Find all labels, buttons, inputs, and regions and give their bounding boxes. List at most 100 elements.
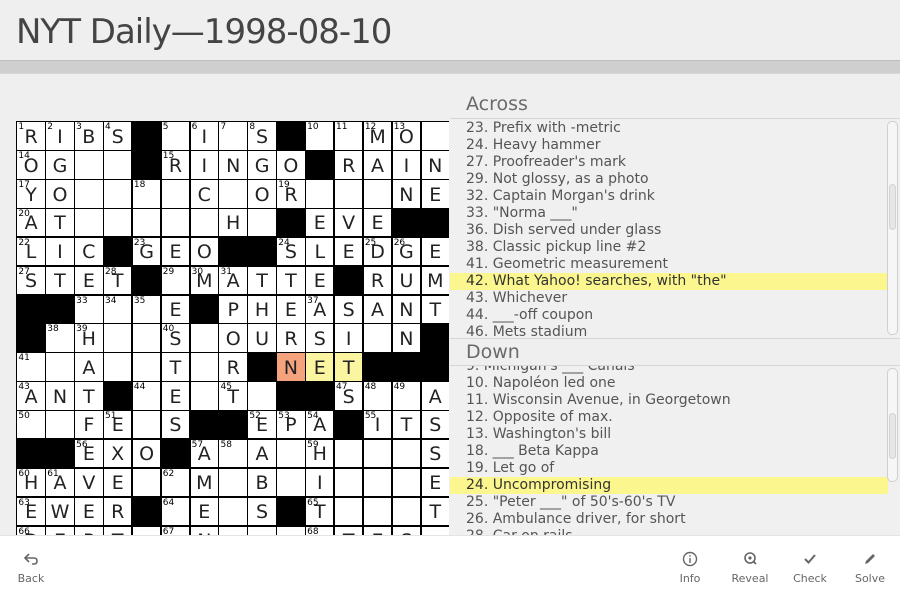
grid-cell[interactable]: M xyxy=(190,468,218,497)
grid-cell[interactable] xyxy=(363,439,392,468)
grid-cell[interactable]: N xyxy=(392,324,421,352)
info-button[interactable]: Info xyxy=(665,548,715,586)
grid-cell[interactable]: O xyxy=(248,180,276,208)
down-clue[interactable]: 18. ___ Beta Kappa xyxy=(450,443,888,460)
grid-cell[interactable]: T xyxy=(421,295,449,323)
grid-cell[interactable]: 23 G xyxy=(132,237,161,266)
grid-cell[interactable]: E xyxy=(75,497,103,526)
grid-cell[interactable]: 7 xyxy=(219,122,247,150)
grid-cell[interactable]: 58 xyxy=(219,439,247,468)
grid-cell[interactable]: T xyxy=(104,526,132,535)
grid-cell[interactable] xyxy=(421,122,449,150)
solve-button[interactable]: Solve xyxy=(845,548,895,586)
grid-cell[interactable]: A xyxy=(75,353,103,381)
grid-cell[interactable]: R xyxy=(219,353,247,381)
down-clue[interactable]: 9. Michigan's ___ Canals xyxy=(450,366,888,375)
grid-cell[interactable] xyxy=(161,209,190,237)
grid-cell[interactable]: H xyxy=(219,209,247,237)
grid-cell[interactable]: L xyxy=(306,237,334,266)
grid-cell[interactable]: 12 M xyxy=(363,122,392,150)
grid-cell[interactable]: E xyxy=(306,209,334,237)
grid-cell[interactable]: 64 xyxy=(161,497,190,526)
across-clue[interactable]: 23. Prefix with -metric xyxy=(450,120,888,137)
grid-cell[interactable]: T xyxy=(277,266,305,295)
grid-cell[interactable]: E xyxy=(363,526,392,535)
grid-cell[interactable]: X xyxy=(104,439,132,468)
grid-cell[interactable]: T xyxy=(75,382,103,410)
grid-cell[interactable]: 18 xyxy=(132,180,161,208)
across-clue[interactable]: 38. Classic pickup line #2 xyxy=(450,239,888,256)
grid-cell[interactable] xyxy=(190,324,218,352)
grid-cell[interactable]: E xyxy=(161,382,190,410)
grid-cell[interactable]: H xyxy=(248,295,276,323)
grid-cell[interactable] xyxy=(363,497,392,526)
grid-cell[interactable]: 13 O xyxy=(392,122,421,150)
grid-cell[interactable]: 38 xyxy=(46,324,74,352)
down-clue[interactable]: 24. Uncompromising xyxy=(450,477,888,494)
grid-cell[interactable]: T xyxy=(161,353,190,381)
grid-cell[interactable] xyxy=(190,209,218,237)
grid-cell[interactable]: S xyxy=(248,497,276,526)
grid-cell[interactable]: 40 S xyxy=(161,324,190,352)
grid-cell[interactable]: M xyxy=(421,266,449,295)
grid-cell[interactable]: F xyxy=(75,411,103,439)
grid-cell[interactable]: P xyxy=(219,295,247,323)
grid-cell[interactable]: S xyxy=(392,526,421,535)
grid-cell[interactable]: 5 xyxy=(161,122,190,150)
across-clue[interactable]: 44. ___-off coupon xyxy=(450,307,888,324)
grid-cell[interactable]: A xyxy=(363,151,392,179)
grid-cell[interactable]: N xyxy=(190,526,218,535)
grid-cell[interactable]: P xyxy=(75,526,103,535)
grid-cell[interactable] xyxy=(132,209,161,237)
grid-cell[interactable]: E xyxy=(161,237,190,266)
grid-cell[interactable]: 25 D xyxy=(363,237,392,266)
grid-cell[interactable] xyxy=(392,497,421,526)
grid-cell[interactable] xyxy=(104,180,132,208)
grid-cell[interactable] xyxy=(46,411,74,439)
grid-cell[interactable] xyxy=(132,353,161,381)
grid-cell[interactable]: 8S xyxy=(248,122,276,150)
grid-cell[interactable]: U xyxy=(248,324,276,352)
grid-cell[interactable] xyxy=(277,526,305,535)
grid-cell[interactable]: 54 A xyxy=(306,411,334,439)
grid-cell[interactable] xyxy=(132,526,161,535)
grid-cell[interactable]: 66D xyxy=(17,526,45,535)
grid-cell[interactable]: E xyxy=(363,209,392,237)
grid-cell[interactable]: O xyxy=(277,151,305,179)
grid-cell[interactable]: 28 T xyxy=(104,266,132,295)
grid-cell[interactable]: E xyxy=(421,237,449,266)
grid-cell[interactable]: 37 A xyxy=(306,295,334,323)
across-clue[interactable]: 24. Heavy hammer xyxy=(450,137,888,154)
grid-cell[interactable]: 30 M xyxy=(190,266,218,295)
grid-cell[interactable] xyxy=(75,209,103,237)
grid-cell[interactable]: 48 xyxy=(363,382,392,410)
grid-cell[interactable]: N xyxy=(392,295,421,323)
grid-cell[interactable]: 68 xyxy=(306,526,334,535)
down-clue[interactable]: 10. Napoléon led one xyxy=(450,375,888,392)
grid-cell[interactable]: 24 S xyxy=(277,237,305,266)
down-clue-list[interactable]: 9. Michigan's ___ Canals 10. Napoléon led… xyxy=(450,366,888,536)
grid-cell[interactable]: 52 E xyxy=(248,411,276,439)
grid-cell[interactable]: A xyxy=(248,439,276,468)
grid-cell[interactable]: 14 O xyxy=(17,151,45,179)
down-scrollbar-thumb[interactable] xyxy=(889,413,896,459)
across-clue[interactable]: 29. Not glossy, as a photo xyxy=(450,171,888,188)
grid-cell[interactable]: T xyxy=(421,497,449,526)
across-clue[interactable]: 46. Mets stadium xyxy=(450,324,888,338)
grid-cell[interactable]: E xyxy=(104,468,132,497)
grid-cell[interactable]: E xyxy=(421,468,449,497)
grid-cell[interactable]: 10 xyxy=(306,122,334,150)
grid-cell[interactable]: E xyxy=(306,353,334,381)
grid-cell[interactable]: 26 G xyxy=(392,237,421,266)
grid-cell[interactable] xyxy=(334,497,363,526)
grid-cell[interactable] xyxy=(132,324,161,352)
grid-cell[interactable]: 47 S xyxy=(334,382,363,410)
across-scrollbar-thumb[interactable] xyxy=(889,184,896,230)
grid-cell[interactable] xyxy=(277,468,305,497)
grid-cell[interactable]: E xyxy=(334,237,363,266)
grid-cell[interactable]: R xyxy=(104,497,132,526)
grid-cell[interactable]: 50 xyxy=(17,411,45,439)
grid-cell[interactable] xyxy=(334,180,363,208)
crossword-grid[interactable]: 1 R 2 I 3 B 4 S 5 6 I 7 8 S 10 11 12 M 13 O 14 O G 15 R I N G O R A I N 1… xyxy=(16,121,449,535)
grid-cell[interactable]: G xyxy=(46,151,74,179)
